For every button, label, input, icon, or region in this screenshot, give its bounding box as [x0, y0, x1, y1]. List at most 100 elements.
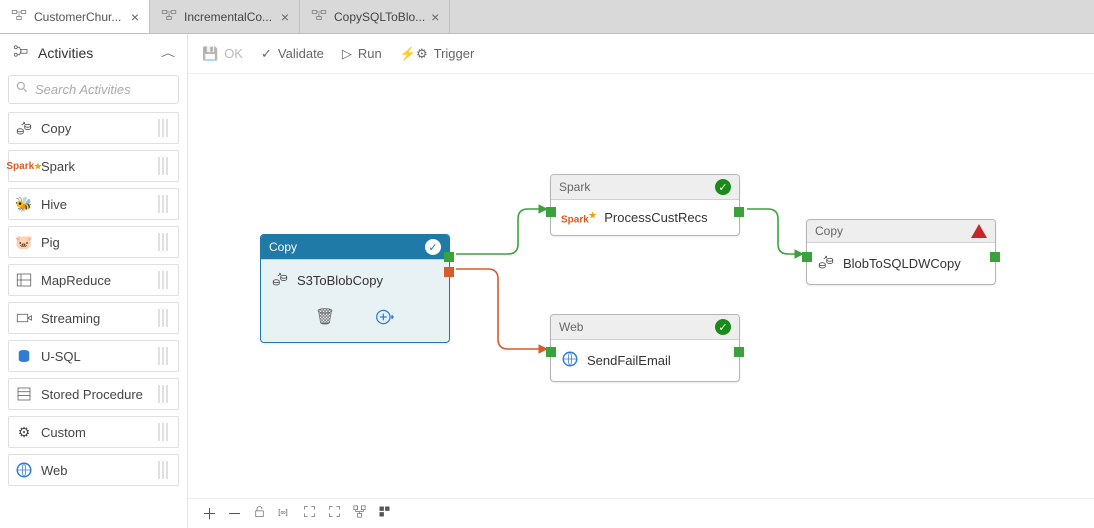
drag-grip-icon[interactable] — [158, 119, 172, 137]
close-icon[interactable]: × — [281, 9, 289, 25]
delete-icon[interactable]: 🗑 — [315, 307, 335, 332]
save-icon: 💾 — [202, 46, 218, 62]
drag-grip-icon[interactable] — [158, 461, 172, 479]
node-sendfailemail[interactable]: Web ✓ SendFailEmail — [550, 314, 740, 382]
activity-list: Copy Spark★ Spark 🐝 Hive 🐷 Pig MapReduce St… — [0, 108, 187, 490]
output-port-success[interactable] — [990, 252, 1000, 262]
tab-label: IncrementalCo... — [184, 10, 272, 24]
status-ok-icon: ✓ — [715, 319, 731, 335]
activity-label: Custom — [41, 425, 86, 440]
search-icon — [15, 80, 29, 99]
output-port-success[interactable] — [444, 252, 454, 262]
pipeline-icon — [310, 6, 328, 27]
activity-copy[interactable]: Copy — [8, 112, 179, 144]
tab-copysql[interactable]: CopySQLToBlo... × — [300, 0, 450, 33]
node-type: Spark — [559, 180, 590, 194]
output-port-success[interactable] — [734, 347, 744, 357]
zoom-out-icon[interactable]: － — [227, 503, 242, 524]
node-name: BlobToSQLDWCopy — [843, 256, 961, 271]
sproc-icon — [15, 385, 33, 403]
node-type: Copy — [815, 224, 843, 238]
run-button[interactable]: ▷Run — [342, 46, 382, 62]
output-port-success[interactable] — [734, 207, 744, 217]
copy-icon — [817, 253, 835, 274]
drag-grip-icon[interactable] — [158, 309, 172, 327]
pipeline-icon — [160, 6, 178, 27]
close-icon[interactable]: × — [131, 9, 139, 25]
activity-label: Copy — [41, 121, 71, 136]
zoom-fit-icon[interactable]: [∞] — [277, 504, 292, 523]
activity-streaming[interactable]: Streaming — [8, 302, 179, 334]
pipeline-canvas[interactable]: Copy✓ S3ToBlobCopy 🗑 Spark✓ Spark★ Proce… — [188, 74, 1094, 528]
input-port[interactable] — [802, 252, 812, 262]
drag-grip-icon[interactable] — [158, 233, 172, 251]
node-type: Web — [559, 320, 583, 334]
activity-usql[interactable]: U-SQL — [8, 340, 179, 372]
add-output-icon[interactable] — [375, 307, 395, 332]
tab-customerchurn[interactable]: CustomerChur... × — [0, 0, 150, 33]
drag-grip-icon[interactable] — [158, 195, 172, 213]
drag-grip-icon[interactable] — [158, 347, 172, 365]
snap-icon[interactable] — [377, 504, 392, 523]
drag-grip-icon[interactable] — [158, 423, 172, 441]
chevron-up-icon[interactable]: ︿ — [161, 46, 175, 60]
node-name: SendFailEmail — [587, 353, 671, 368]
activity-hive[interactable]: 🐝 Hive — [8, 188, 179, 220]
mapreduce-icon — [15, 271, 33, 289]
activity-label: Stored Procedure — [41, 387, 143, 402]
copy-icon — [271, 270, 289, 291]
activity-label: Pig — [41, 235, 60, 250]
status-ok-icon: ✓ — [425, 239, 441, 255]
svg-text:[∞]: [∞] — [278, 508, 288, 517]
drag-grip-icon[interactable] — [158, 271, 172, 289]
activity-pig[interactable]: 🐷 Pig — [8, 226, 179, 258]
tab-incremental[interactable]: IncrementalCo... × — [150, 0, 300, 33]
activity-custom[interactable]: ⚙Custom — [8, 416, 179, 448]
status-ok-icon: ✓ — [715, 179, 731, 195]
drag-grip-icon[interactable] — [158, 385, 172, 403]
pig-icon: 🐷 — [15, 233, 33, 251]
tab-label: CustomerChur... — [34, 10, 121, 24]
activity-label: Streaming — [41, 311, 100, 326]
copy-icon — [15, 119, 33, 137]
trigger-icon: ⚡⚙ — [400, 46, 428, 62]
node-processcustrecs[interactable]: Spark ✓ Spark★ ProcessCustRecs — [550, 174, 740, 236]
pipeline-icon — [10, 6, 28, 27]
ok-button[interactable]: 💾OK — [202, 46, 243, 62]
input-port[interactable] — [546, 347, 556, 357]
activity-label: Spark — [41, 159, 75, 174]
node-name: ProcessCustRecs — [604, 210, 707, 225]
zoom-in-icon[interactable]: ＋ — [202, 503, 217, 524]
canvas-bottombar: ＋ － [∞] — [188, 498, 1094, 528]
trigger-button[interactable]: ⚡⚙Trigger — [400, 46, 475, 62]
status-warning-icon — [971, 224, 987, 238]
activity-web[interactable]: Web — [8, 454, 179, 486]
activity-label: MapReduce — [41, 273, 111, 288]
drag-grip-icon[interactable] — [158, 157, 172, 175]
autolayout-icon[interactable] — [352, 504, 367, 523]
activity-label: Hive — [41, 197, 67, 212]
node-s3toblobcopy[interactable]: Copy✓ S3ToBlobCopy 🗑 — [260, 234, 450, 343]
validate-button[interactable]: ✓Validate — [261, 46, 324, 62]
spark-icon: Spark★ — [15, 157, 33, 175]
hive-icon: 🐝 — [15, 195, 33, 213]
lock-icon[interactable] — [252, 504, 267, 523]
close-icon[interactable]: × — [431, 9, 439, 25]
output-port-failure[interactable] — [444, 267, 454, 277]
tab-label: CopySQLToBlo... — [334, 10, 425, 24]
play-icon: ▷ — [342, 46, 352, 62]
zoom-actual-icon[interactable] — [327, 504, 342, 523]
tab-bar: CustomerChur... × IncrementalCo... × Cop… — [0, 0, 1094, 34]
activity-spark[interactable]: Spark★ Spark — [8, 150, 179, 182]
activity-mapreduce[interactable]: MapReduce — [8, 264, 179, 296]
input-port[interactable] — [546, 207, 556, 217]
node-blobtosqldwcopy[interactable]: Copy BlobToSQLDWCopy — [806, 219, 996, 285]
node-name: S3ToBlobCopy — [297, 273, 383, 288]
activity-storedproc[interactable]: Stored Procedure — [8, 378, 179, 410]
activities-header[interactable]: Activities ︿ — [0, 34, 187, 71]
fullscreen-icon[interactable] — [302, 504, 317, 523]
search-input[interactable] — [35, 82, 172, 97]
web-icon — [561, 350, 579, 371]
spark-icon: Spark★ — [561, 210, 596, 225]
search-activities[interactable] — [8, 75, 179, 104]
